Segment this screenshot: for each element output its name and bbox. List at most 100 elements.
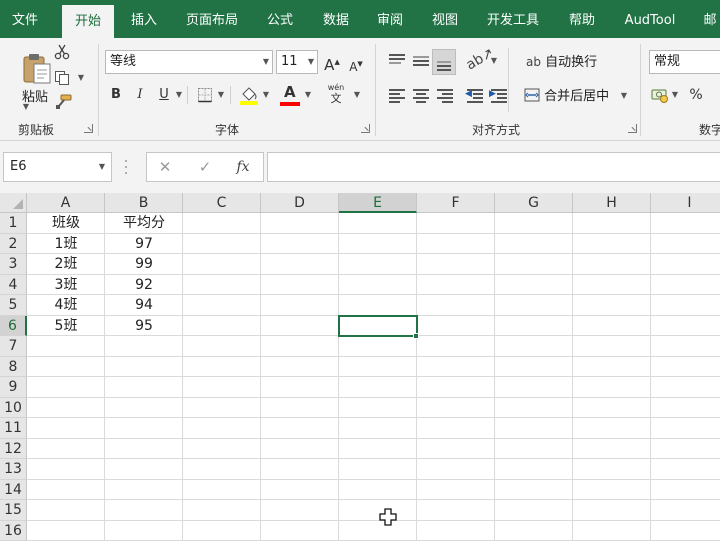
paste-dropdown-arrow[interactable]: ▼ <box>22 96 30 118</box>
align-bottom-icon[interactable] <box>432 49 456 75</box>
cell-a5[interactable]: 4班 <box>27 295 105 315</box>
column-header-f[interactable]: F <box>417 193 495 213</box>
row-header-10[interactable]: 10 <box>0 397 27 418</box>
font-launcher-icon[interactable] <box>361 124 370 133</box>
enter-icon[interactable]: ✓ <box>193 153 217 181</box>
cell-a6[interactable]: 5班 <box>27 316 105 336</box>
align-right-icon[interactable] <box>434 84 456 106</box>
decrease-indent-icon[interactable]: ◀ <box>464 84 486 106</box>
tab-data[interactable]: 数据 <box>314 0 358 38</box>
select-all-button[interactable] <box>0 193 27 213</box>
tab-mail[interactable]: 邮 <box>698 0 720 38</box>
borders-dropdown-arrow[interactable]: ▼ <box>217 84 225 106</box>
cell-a3[interactable]: 2班 <box>27 254 105 274</box>
tab-file[interactable]: 文件 <box>4 0 46 38</box>
column-header-d[interactable]: D <box>261 193 339 213</box>
align-center-icon[interactable] <box>410 84 432 106</box>
column-header-a[interactable]: A <box>27 193 105 213</box>
bold-button[interactable]: B <box>105 84 127 106</box>
tab-formulas[interactable]: 公式 <box>258 0 302 38</box>
tab-insert[interactable]: 插入 <box>122 0 166 38</box>
column-header-i[interactable]: I <box>651 193 720 213</box>
column-header-c[interactable]: C <box>183 193 261 213</box>
row-header-15[interactable]: 15 <box>0 500 27 521</box>
row-header-12[interactable]: 12 <box>0 438 27 459</box>
merge-dropdown-arrow[interactable]: ▼ <box>620 85 628 107</box>
merge-center-button[interactable]: 合并后居中 <box>524 86 609 108</box>
fill-color-icon[interactable] <box>239 84 259 106</box>
cell-b2[interactable]: 97 <box>105 234 183 254</box>
underline-button[interactable]: U <box>153 84 175 106</box>
font-color-dropdown-arrow[interactable]: ▼ <box>304 84 312 106</box>
name-box[interactable]: E6 ▼ <box>3 152 112 182</box>
format-painter-icon[interactable] <box>54 94 72 110</box>
row-header-2[interactable]: 2 <box>0 233 27 254</box>
decrease-font-size-button[interactable]: A▼ <box>345 53 367 75</box>
tab-page-layout[interactable]: 页面布局 <box>180 0 244 38</box>
column-header-e[interactable]: E <box>339 193 417 213</box>
align-left-icon[interactable] <box>386 84 408 106</box>
cell-b4[interactable]: 92 <box>105 275 183 295</box>
percent-button[interactable]: % <box>685 84 707 106</box>
copy-icon[interactable] <box>54 70 70 86</box>
column-header-g[interactable]: G <box>495 193 573 213</box>
cell-b3[interactable]: 99 <box>105 254 183 274</box>
phonetic-guide-button[interactable]: wén 文 <box>321 83 351 109</box>
paste-button[interactable]: 粘贴 <box>8 42 51 105</box>
number-format-combobox[interactable]: 常规 <box>649 50 720 74</box>
alignment-launcher-icon[interactable] <box>628 124 637 133</box>
orientation-dropdown-arrow[interactable]: ▼ <box>490 50 498 72</box>
tab-developer[interactable]: 开发工具 <box>480 0 546 38</box>
font-color-button[interactable]: A <box>279 83 301 107</box>
clipboard-launcher-icon[interactable] <box>84 124 93 133</box>
cell-a1[interactable]: 班级 <box>27 213 105 233</box>
align-middle-icon[interactable] <box>410 50 432 72</box>
worksheet-grid[interactable]: ABCDEFGHI 1 2 3 4 5 6 7 8 9 10 11 12 13 14 15 16 班级 平均分 1… <box>0 193 720 541</box>
borders-icon[interactable] <box>197 87 213 103</box>
font-size-combobox[interactable]: 11 ▼ <box>276 50 318 74</box>
formula-input[interactable] <box>267 152 720 182</box>
increase-indent-icon[interactable]: ▶ <box>488 84 510 106</box>
formula-bar-grip[interactable] <box>125 159 128 175</box>
row-header-9[interactable]: 9 <box>0 377 27 398</box>
row-header-1[interactable]: 1 <box>0 213 27 234</box>
row-header-16[interactable]: 16 <box>0 520 27 541</box>
copy-dropdown-arrow[interactable]: ▼ <box>77 67 85 89</box>
tab-view[interactable]: 视图 <box>423 0 467 38</box>
cell-a2[interactable]: 1班 <box>27 234 105 254</box>
cell-b5[interactable]: 94 <box>105 295 183 315</box>
row-header-13[interactable]: 13 <box>0 459 27 480</box>
row-header-8[interactable]: 8 <box>0 356 27 377</box>
row-header-11[interactable]: 11 <box>0 418 27 439</box>
accounting-dropdown-arrow[interactable]: ▼ <box>671 84 679 106</box>
tab-audtool[interactable]: AudTool <box>618 0 682 38</box>
row-header-6[interactable]: 6 <box>0 315 27 336</box>
tab-home[interactable]: 开始 <box>62 5 114 38</box>
align-top-icon[interactable] <box>386 50 408 72</box>
row-header-5[interactable]: 5 <box>0 295 27 316</box>
orientation-icon[interactable]: ab↗ <box>462 45 496 76</box>
row-header-7[interactable]: 7 <box>0 336 27 357</box>
column-header-b[interactable]: B <box>105 193 183 213</box>
cell-b1[interactable]: 平均分 <box>105 213 183 233</box>
row-header-3[interactable]: 3 <box>0 254 27 275</box>
italic-button[interactable]: I <box>129 84 151 106</box>
cell-a4[interactable]: 3班 <box>27 275 105 295</box>
tab-review[interactable]: 审阅 <box>368 0 412 38</box>
column-header-h[interactable]: H <box>573 193 651 213</box>
accounting-format-icon[interactable] <box>651 86 669 104</box>
increase-font-size-button[interactable]: A▲ <box>321 51 343 74</box>
cell-b6[interactable]: 95 <box>105 316 183 336</box>
phonetic-dropdown-arrow[interactable]: ▼ <box>353 84 361 106</box>
font-name-combobox[interactable]: 等线 ▼ <box>105 50 273 74</box>
insert-function-button[interactable]: fx <box>231 153 255 181</box>
wrap-text-button[interactable]: ab 自动换行 <box>526 51 597 74</box>
cancel-icon[interactable]: ✕ <box>153 153 177 181</box>
fill-color-dropdown-arrow[interactable]: ▼ <box>262 84 270 106</box>
tab-help[interactable]: 帮助 <box>560 0 604 38</box>
row-header-4[interactable]: 4 <box>0 274 27 295</box>
fill-handle[interactable] <box>413 333 419 339</box>
underline-dropdown-arrow[interactable]: ▼ <box>175 84 183 106</box>
cut-icon[interactable] <box>54 44 70 60</box>
active-cell-selection[interactable] <box>338 315 418 337</box>
